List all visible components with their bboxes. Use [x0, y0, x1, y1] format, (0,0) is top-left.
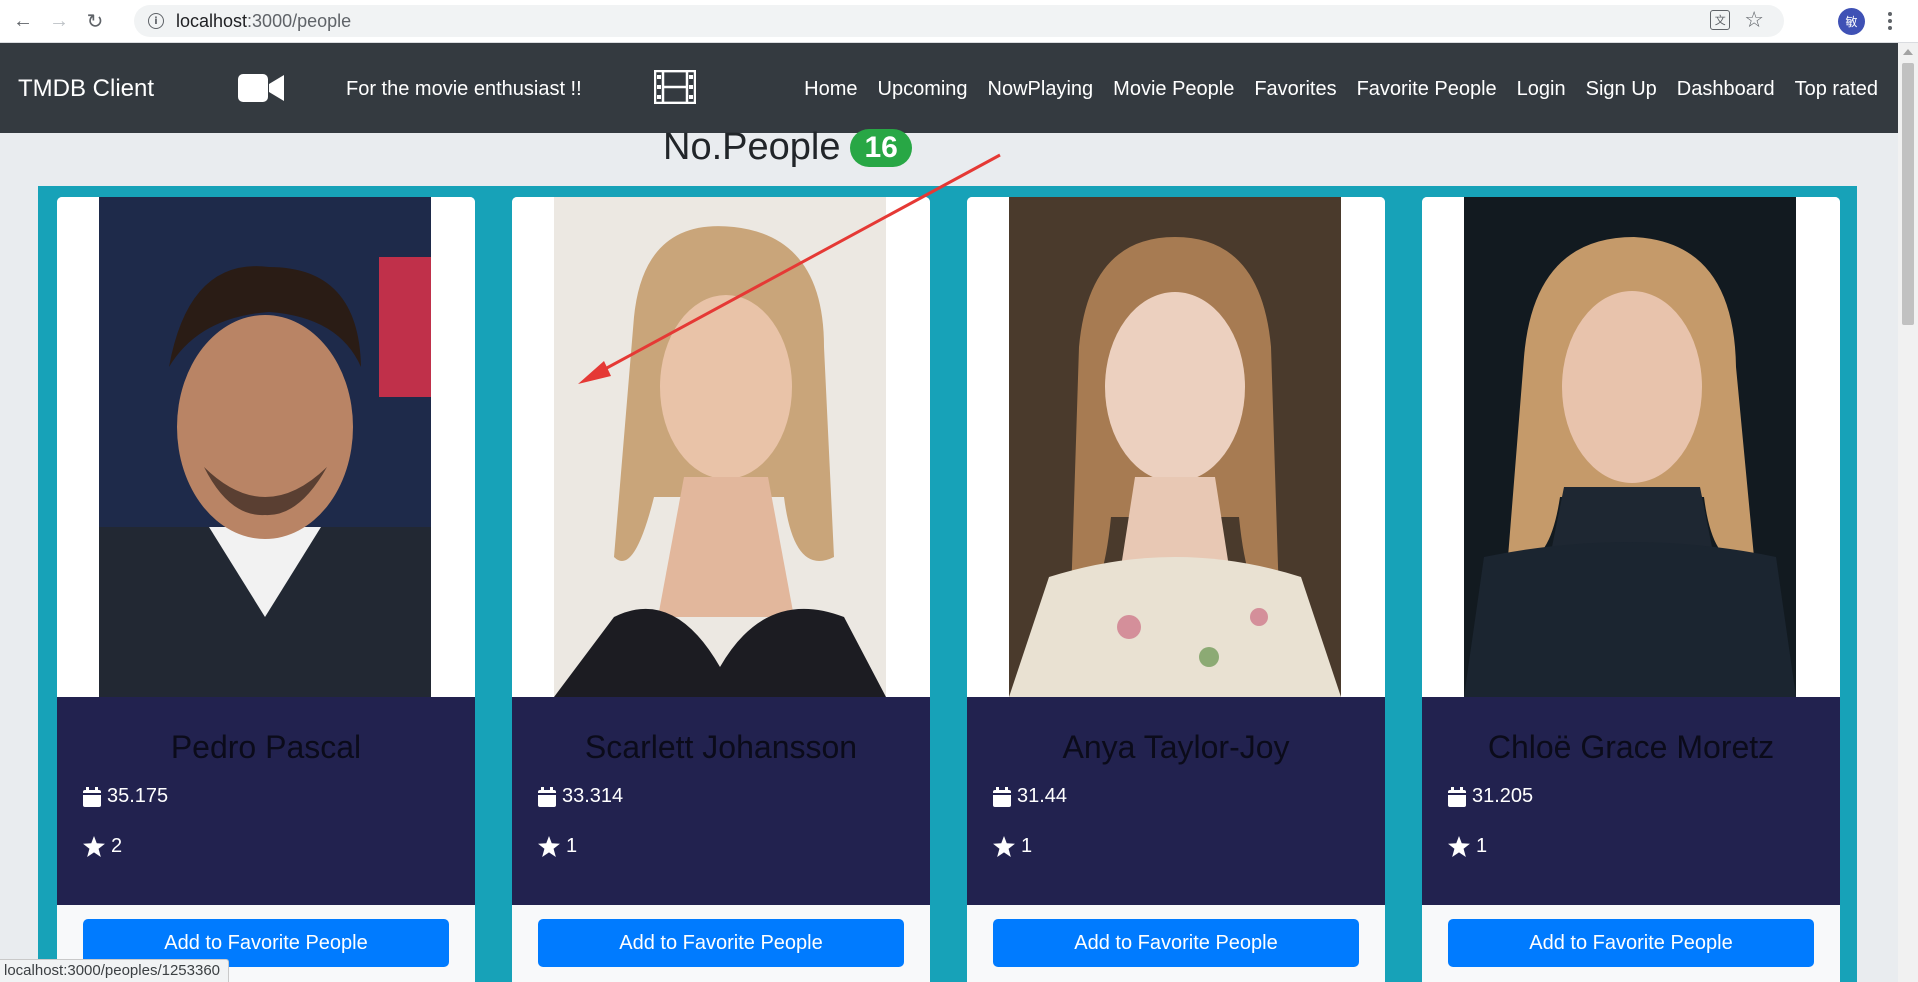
person-name[interactable]: Pedro Pascal — [57, 729, 475, 766]
star-icon — [993, 836, 1015, 857]
nav-link-dashboard[interactable]: Dashboard — [1677, 78, 1775, 101]
person-name[interactable]: Scarlett Johansson — [512, 729, 930, 766]
back-arrow-icon[interactable]: ← — [10, 8, 36, 34]
nav-link-favorite-people[interactable]: Favorite People — [1357, 78, 1497, 101]
star-icon — [538, 836, 560, 857]
calendar-icon — [993, 786, 1011, 807]
translate-icon[interactable]: 文 — [1710, 10, 1731, 30]
nav-link-upcoming[interactable]: Upcoming — [878, 78, 968, 101]
reload-icon[interactable]: ↻ — [82, 8, 108, 34]
person-photo[interactable] — [512, 197, 930, 697]
person-card[interactable]: Chloë Grace Moretz 31.205 1 Add to Favor… — [1422, 197, 1840, 982]
popularity-row: 31.44 — [993, 785, 1067, 808]
popularity-row: 35.175 — [83, 785, 168, 808]
scrollbar-thumb[interactable] — [1902, 63, 1914, 325]
calendar-icon — [83, 786, 101, 807]
tagline: For the movie enthusiast !! — [346, 78, 582, 100]
popularity-value: 33.314 — [562, 785, 624, 807]
person-info: Chloë Grace Moretz 31.205 1 — [1422, 697, 1840, 905]
forward-arrow-icon[interactable]: → — [46, 8, 72, 34]
nav-link-favorites[interactable]: Favorites — [1254, 78, 1336, 101]
page-title: No.People — [663, 126, 841, 168]
popularity-value: 31.44 — [1017, 785, 1068, 807]
person-card[interactable]: Pedro Pascal 35.175 2 Add to Favorite Pe… — [57, 197, 475, 982]
nav-link-top-rated[interactable]: Top rated — [1795, 78, 1878, 101]
video-camera-icon — [238, 73, 284, 108]
person-portrait — [99, 197, 431, 697]
browser-menu-icon[interactable] — [1885, 8, 1895, 34]
person-card[interactable]: Scarlett Johansson 33.314 1 Add to Favor… — [512, 197, 930, 982]
brand-link[interactable]: TMDB Client — [18, 75, 154, 103]
film-strip-icon — [653, 69, 697, 109]
popularity-row: 31.205 — [1448, 785, 1533, 808]
likes-value: 2 — [111, 835, 123, 857]
person-info: Pedro Pascal 35.175 2 — [57, 697, 475, 905]
nav-links: Home Upcoming NowPlaying Movie People Fa… — [804, 78, 1898, 101]
likes-row: 1 — [538, 835, 577, 858]
likes-row: 1 — [1448, 835, 1487, 858]
calendar-icon — [538, 786, 556, 807]
star-icon — [1448, 836, 1470, 857]
page-scrollbar[interactable] — [1898, 43, 1918, 982]
info-icon[interactable]: i — [148, 13, 164, 29]
bookmark-star-icon[interactable]: ☆ — [1744, 9, 1764, 31]
address-url[interactable]: localhost:3000/people — [176, 11, 351, 32]
person-name[interactable]: Anya Taylor-Joy — [967, 729, 1385, 766]
profile-avatar[interactable]: 敏 — [1838, 8, 1865, 35]
page-heading: No.People 16 — [663, 126, 912, 169]
likes-row: 2 — [83, 835, 122, 858]
nav-link-sign-up[interactable]: Sign Up — [1586, 78, 1657, 101]
star-icon — [83, 836, 105, 857]
person-info: Scarlett Johansson 33.314 1 — [512, 697, 930, 905]
link-status-tooltip: localhost:3000/peoples/1253360 — [0, 959, 230, 982]
person-portrait — [1009, 197, 1341, 697]
person-photo[interactable] — [57, 197, 475, 697]
nav-link-home[interactable]: Home — [804, 78, 857, 101]
nav-link-login[interactable]: Login — [1517, 78, 1566, 101]
calendar-icon — [1448, 786, 1466, 807]
popularity-value: 31.205 — [1472, 785, 1534, 807]
popularity-value: 35.175 — [107, 785, 169, 807]
scroll-up-arrow-icon[interactable] — [1903, 49, 1913, 55]
person-card[interactable]: Anya Taylor-Joy 31.44 1 Add to Favorite … — [967, 197, 1385, 982]
add-to-favorite-people-button[interactable]: Add to Favorite People — [538, 919, 904, 967]
address-bar[interactable]: i localhost:3000/people 文 ☆ — [134, 5, 1784, 37]
likes-value: 1 — [566, 835, 578, 857]
app-navbar: TMDB Client For the movie enthusiast !! … — [0, 43, 1898, 133]
person-photo[interactable] — [1422, 197, 1840, 697]
person-name[interactable]: Chloë Grace Moretz — [1422, 729, 1840, 766]
person-portrait — [554, 197, 886, 697]
person-photo[interactable] — [967, 197, 1385, 697]
popularity-row: 33.314 — [538, 785, 623, 808]
nav-link-nowplaying[interactable]: NowPlaying — [988, 78, 1094, 101]
browser-toolbar: ← → ↻ i localhost:3000/people 文 ☆ 敏 — [0, 0, 1918, 43]
add-to-favorite-people-button[interactable]: Add to Favorite People — [993, 919, 1359, 967]
likes-value: 1 — [1021, 835, 1033, 857]
nav-link-movie-people[interactable]: Movie People — [1113, 78, 1234, 101]
people-count-badge: 16 — [850, 128, 912, 167]
person-info: Anya Taylor-Joy 31.44 1 — [967, 697, 1385, 905]
person-portrait — [1464, 197, 1796, 697]
likes-row: 1 — [993, 835, 1032, 858]
likes-value: 1 — [1476, 835, 1488, 857]
add-to-favorite-people-button[interactable]: Add to Favorite People — [1448, 919, 1814, 967]
